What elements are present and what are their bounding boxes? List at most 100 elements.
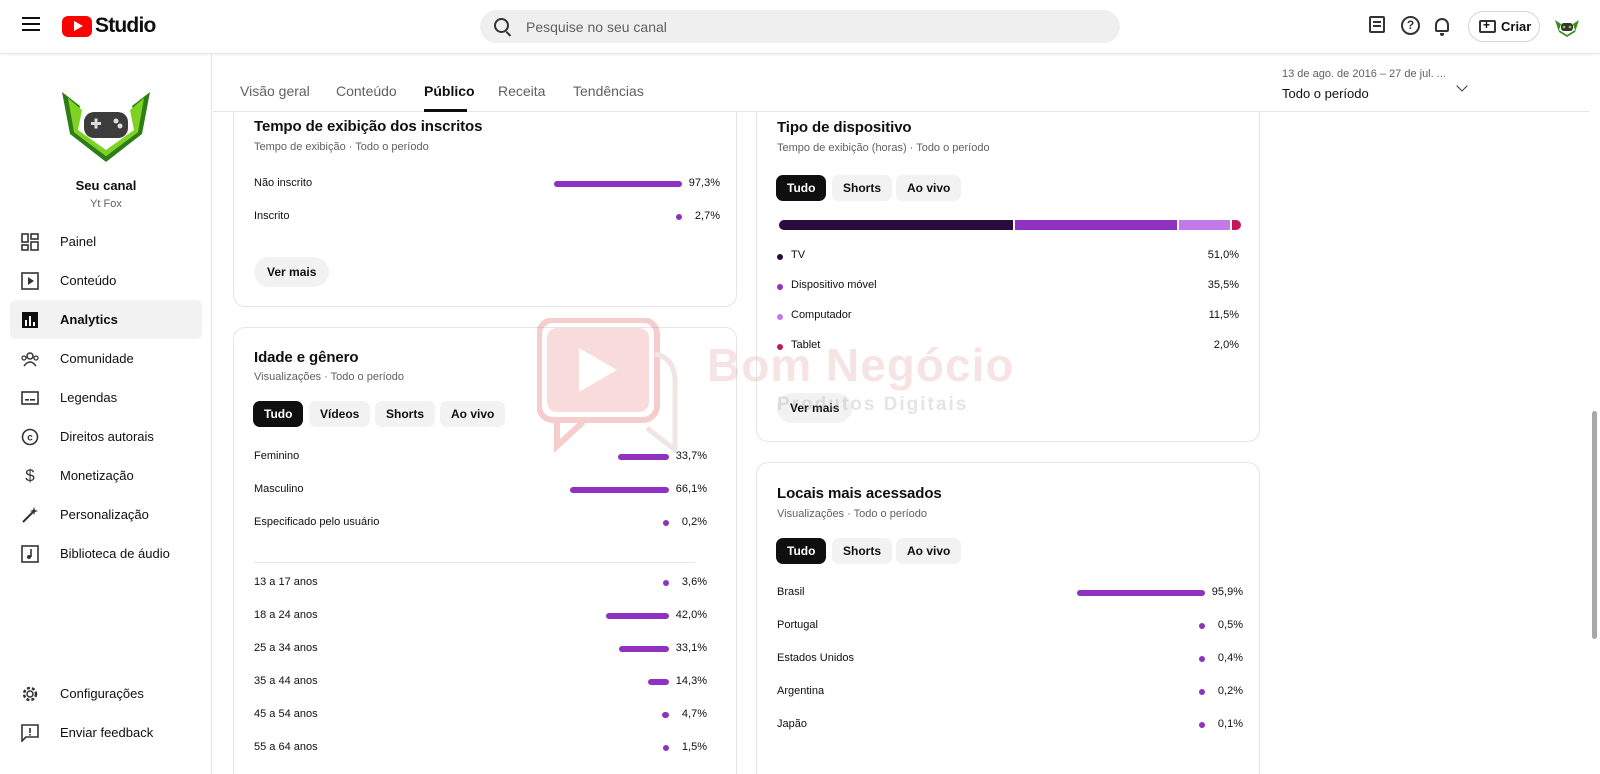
row-value: 11,5% — [1208, 309, 1239, 321]
sidebar-item-label: Painel — [60, 234, 97, 249]
row-bar — [647, 679, 669, 685]
row-bar — [1199, 689, 1205, 695]
divider — [254, 562, 695, 563]
filter-chip[interactable]: Shorts — [375, 401, 436, 427]
list-item[interactable]: 45 a 54 anos 4,7% — [254, 708, 707, 724]
filter-chip[interactable]: Tudo — [776, 175, 827, 201]
sidebar-item-biblioteca-de-audio[interactable]: Biblioteca de áudio — [10, 534, 202, 573]
filter-chip[interactable]: Tudo — [253, 401, 304, 427]
row-label: Dispositivo móvel — [791, 279, 877, 291]
list-item[interactable]: Argentina 0,2% — [777, 685, 1243, 701]
help-icon[interactable]: ? — [1401, 16, 1420, 35]
see-more-button[interactable]: Ver mais — [254, 257, 330, 287]
studio-logo[interactable]: Studio — [62, 14, 156, 38]
card-subtitle: Tempo de exibição (horas) · Todo o perío… — [777, 142, 990, 154]
filter-chip[interactable]: Shorts — [832, 538, 893, 564]
sidebar-item-legendas[interactable]: Legendas — [10, 378, 202, 417]
sidebar-item-conteudo[interactable]: Conteúdo — [10, 261, 202, 300]
list-item[interactable]: Computador 11,5% — [777, 309, 1239, 325]
list-item[interactable]: Masculino 66,1% — [254, 483, 707, 499]
filter-chip[interactable]: Ao vivo — [440, 401, 506, 427]
date-range-picker[interactable]: 13 de ago. de 2016 – 27 de jul. ... Todo… — [1282, 68, 1477, 101]
dollar-icon: $ — [25, 465, 35, 485]
legend-dot — [777, 284, 783, 290]
card-title: Locais mais acessados — [777, 485, 942, 502]
list-item[interactable]: Portugal 0,5% — [777, 619, 1243, 635]
sidebar-item-enviar-feedback[interactable]: Enviar feedback — [10, 713, 202, 752]
audio-library-icon — [20, 544, 40, 564]
row-label: Brasil — [777, 586, 805, 598]
row-bar — [1199, 722, 1205, 728]
channel-name: Seu canal — [75, 178, 137, 193]
sidebar-item-label: Configurações — [60, 686, 144, 701]
card-title: Tempo de exibição dos inscritos — [254, 118, 483, 135]
legend-dot — [777, 344, 783, 350]
create-label: Criar — [1501, 19, 1532, 34]
channel-avatar[interactable] — [58, 84, 154, 164]
row-label: Japão — [777, 718, 807, 730]
create-button[interactable]: Criar — [1468, 11, 1540, 42]
tab-visao-geral[interactable]: Visão geral — [240, 83, 310, 99]
row-value: 0,1% — [1217, 718, 1243, 730]
sidebar-item-direitos-autorais[interactable]: c Direitos autorais — [10, 417, 202, 456]
account-avatar[interactable] — [1553, 14, 1581, 38]
list-item[interactable]: 35 a 44 anos 14,3% — [254, 675, 707, 691]
list-item[interactable]: Brasil 95,9% — [777, 586, 1243, 602]
list-item[interactable]: Estados Unidos 0,4% — [777, 652, 1243, 668]
row-label: Não inscrito — [254, 177, 313, 189]
list-item[interactable]: Não inscrito 97,3% — [254, 177, 720, 193]
filter-chip[interactable]: Shorts — [832, 175, 893, 201]
device-bar-segment[interactable] — [1178, 220, 1230, 230]
tab-publico[interactable]: Público — [424, 83, 475, 99]
row-value: 51,0% — [1207, 249, 1239, 261]
channel-handle: Yt Fox — [90, 198, 122, 210]
sidebar-item-personalizacao[interactable]: Personalização — [10, 495, 202, 534]
row-value: 42,0% — [675, 609, 707, 621]
tab-receita[interactable]: Receita — [498, 83, 545, 99]
sidebar-item-comunidade[interactable]: Comunidade — [10, 339, 202, 378]
list-item[interactable]: 55 a 64 anos 1,5% — [254, 741, 707, 757]
list-item[interactable]: Feminino 33,7% — [254, 450, 707, 466]
tab-tendencias[interactable]: Tendências — [573, 83, 644, 99]
row-bar — [663, 520, 669, 526]
row-bar — [663, 580, 669, 586]
sidebar-item-monetizacao[interactable]: $ Monetização — [10, 456, 202, 495]
list-item[interactable]: 25 a 34 anos 33,1% — [254, 642, 707, 658]
row-bar — [619, 646, 669, 652]
filter-chip[interactable]: Ao vivo — [896, 175, 962, 201]
menu-icon[interactable] — [22, 17, 40, 31]
see-more-button[interactable]: Ver mais — [777, 393, 853, 423]
sidebar-item-configuracoes[interactable]: Configurações — [10, 674, 202, 713]
list-item[interactable]: Inscrito 2,7% — [254, 210, 720, 226]
row-value: 2,0% — [1213, 339, 1239, 351]
list-item[interactable]: Tablet 2,0% — [777, 339, 1239, 355]
row-label: Tablet — [791, 339, 821, 351]
list-item[interactable]: TV 51,0% — [777, 249, 1239, 265]
device-bar-segment[interactable] — [1231, 220, 1241, 230]
list-item[interactable]: Especificado pelo usuário 0,2% — [254, 516, 707, 532]
filter-chip[interactable]: Vídeos — [309, 401, 371, 427]
row-bar — [618, 454, 669, 460]
list-item[interactable]: 13 a 17 anos 3,6% — [254, 576, 707, 592]
notifications-icon[interactable] — [1435, 18, 1449, 36]
search-icon[interactable] — [494, 18, 509, 33]
row-bar — [1199, 656, 1205, 662]
list-item[interactable]: 18 a 24 anos 42,0% — [254, 609, 707, 625]
tab-conteudo[interactable]: Conteúdo — [336, 83, 397, 99]
row-label: Feminino — [254, 450, 300, 462]
messages-icon[interactable] — [1369, 16, 1385, 33]
list-item[interactable]: Dispositivo móvel 35,5% — [777, 279, 1239, 295]
device-type-card: Tipo de dispositivo Tempo de exibição (h… — [756, 80, 1260, 442]
sidebar-item-label: Legendas — [60, 390, 118, 405]
list-item[interactable]: Japão 0,1% — [777, 718, 1243, 734]
device-bar-segment[interactable] — [779, 220, 1013, 230]
row-label: Inscrito — [254, 210, 290, 222]
filter-chip[interactable]: Ao vivo — [896, 538, 962, 564]
sidebar-item-painel[interactable]: Painel — [10, 222, 202, 261]
sidebar-item-analytics[interactable]: Analytics — [10, 300, 202, 339]
device-bar-segment[interactable] — [1014, 220, 1177, 230]
filter-chip[interactable]: Tudo — [776, 538, 827, 564]
scrollbar-thumb[interactable] — [1592, 411, 1597, 639]
search-input[interactable] — [526, 10, 1086, 43]
analytics-icon — [20, 310, 40, 330]
